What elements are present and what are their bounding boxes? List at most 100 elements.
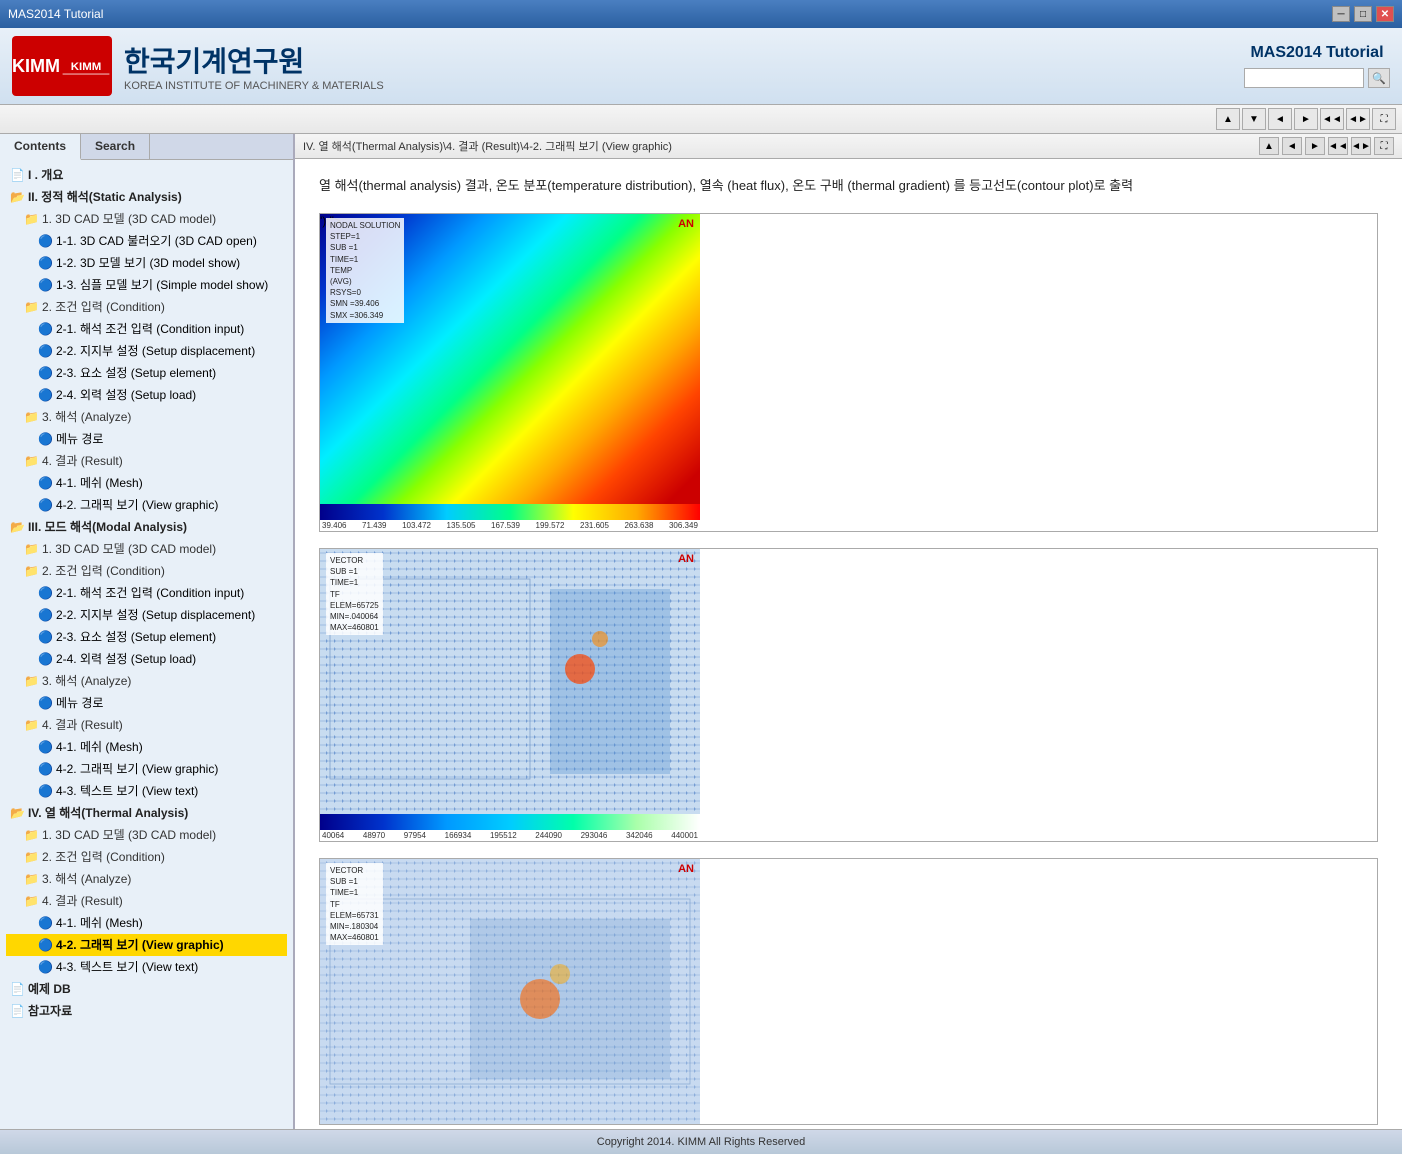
tree-item-i8[interactable]: 🔵2-1. 해석 조건 입력 (Condition input) — [6, 318, 287, 340]
tab-contents[interactable]: Contents — [0, 134, 81, 160]
image-3-container: VECTORSUB =1TIME=1TFELEM=65731MIN=.18030… — [319, 858, 1378, 1125]
tree-item-i12[interactable]: 📁3. 해석 (Analyze) — [6, 406, 287, 428]
folder-icon: 📄 — [10, 982, 25, 996]
tree-item-i15[interactable]: 🔵4-1. 메쉬 (Mesh) — [6, 472, 287, 494]
folder-icon: 📂 — [10, 520, 25, 534]
tree-item-i16[interactable]: 🔵4-2. 그래픽 보기 (View graphic) — [6, 494, 287, 516]
nav-fullscreen-button[interactable]: ⛶ — [1374, 137, 1394, 155]
prev-button[interactable]: ◄◄ — [1320, 108, 1344, 130]
tree-item-label: 4-3. 텍스트 보기 (View text) — [56, 784, 198, 798]
tree-item-i5[interactable]: 🔵1-2. 3D 모델 보기 (3D model show) — [6, 252, 287, 274]
tree-item-label: 4-2. 그래픽 보기 (View graphic) — [56, 762, 218, 776]
tree-item-label: 4. 결과 (Result) — [42, 454, 123, 468]
nav-back-button[interactable]: ◄ — [1282, 137, 1302, 155]
scale-labels-1: 39.40671.439103.472135.505167.539199.572… — [320, 520, 700, 531]
folder-icon: 📂 — [10, 806, 25, 820]
folder-icon: 📁 — [24, 410, 39, 424]
tree-item-i19[interactable]: 📁2. 조건 입력 (Condition) — [6, 560, 287, 582]
tree-item-label: 2-1. 해석 조건 입력 (Condition input) — [56, 586, 244, 600]
tree-item-label: 1. 3D CAD 모델 (3D CAD model) — [42, 828, 216, 842]
tree-item-i30[interactable]: 📂IV. 열 해석(Thermal Analysis) — [6, 802, 287, 824]
leaf-icon: 🔵 — [38, 608, 53, 622]
tree-item-i35[interactable]: 🔵4-1. 메쉬 (Mesh) — [6, 912, 287, 934]
nav-next-button[interactable]: ◄► — [1351, 137, 1371, 155]
folder-icon: 📄 — [10, 168, 25, 182]
leaf-icon: 🔵 — [38, 784, 53, 798]
tree-item-i7[interactable]: 📁2. 조건 입력 (Condition) — [6, 296, 287, 318]
tree-item-i34[interactable]: 📁4. 결과 (Result) — [6, 890, 287, 912]
maximize-button[interactable]: □ — [1354, 6, 1372, 22]
tree-item-i20[interactable]: 🔵2-1. 해석 조건 입력 (Condition input) — [6, 582, 287, 604]
tree-item-i26[interactable]: 📁4. 결과 (Result) — [6, 714, 287, 736]
tree-item-label: 1-3. 심플 모델 보기 (Simple model show) — [56, 278, 268, 292]
tree-item-i39[interactable]: 📄참고자료 — [6, 1000, 287, 1022]
tree-item-i21[interactable]: 🔵2-2. 지지부 설정 (Setup displacement) — [6, 604, 287, 626]
leaf-icon: 🔵 — [38, 916, 53, 930]
tree-item-i14[interactable]: 📁4. 결과 (Result) — [6, 450, 287, 472]
tree-item-i29[interactable]: 🔵4-3. 텍스트 보기 (View text) — [6, 780, 287, 802]
scroll-up-button[interactable]: ▲ — [1216, 108, 1240, 130]
next-button[interactable]: ◄► — [1346, 108, 1370, 130]
org-korean-text: 한국기계연구원 — [124, 40, 384, 80]
tree-item-i38[interactable]: 📄예제 DB — [6, 978, 287, 1000]
minimize-button[interactable]: ─ — [1332, 6, 1350, 22]
toolbar: ▲ ▼ ◄ ► ◄◄ ◄► ⛶ — [0, 105, 1402, 134]
folder-icon: 📁 — [24, 542, 39, 556]
tree-item-label: 3. 해석 (Analyze) — [42, 674, 131, 688]
tree-item-i17[interactable]: 📂III. 모드 해석(Modal Analysis) — [6, 516, 287, 538]
fullscreen-button[interactable]: ⛶ — [1372, 108, 1396, 130]
sidebar-tabs: Contents Search — [0, 134, 293, 160]
tree-item-i9[interactable]: 🔵2-2. 지지부 설정 (Setup displacement) — [6, 340, 287, 362]
tree-item-i2[interactable]: 📂II. 정적 해석(Static Analysis) — [6, 186, 287, 208]
tab-search[interactable]: Search — [81, 134, 150, 159]
tree-item-label: II. 정적 해석(Static Analysis) — [28, 190, 182, 204]
tree-item-label: I . 개요 — [28, 168, 63, 182]
tree-item-i13[interactable]: 🔵메뉴 경로 — [6, 428, 287, 450]
tree-item-i24[interactable]: 📁3. 해석 (Analyze) — [6, 670, 287, 692]
tree-item-i23[interactable]: 🔵2-4. 외력 설정 (Setup load) — [6, 648, 287, 670]
tree-item-i37[interactable]: 🔵4-3. 텍스트 보기 (View text) — [6, 956, 287, 978]
folder-icon: 📁 — [24, 564, 39, 578]
tree-item-i36[interactable]: 🔵4-2. 그래픽 보기 (View graphic) — [6, 934, 287, 956]
folder-icon: 📂 — [10, 190, 25, 204]
nav-forward-button[interactable]: ► — [1305, 137, 1325, 155]
tree-item-i28[interactable]: 🔵4-2. 그래픽 보기 (View graphic) — [6, 758, 287, 780]
leaf-icon: 🔵 — [38, 630, 53, 644]
nav-up-button[interactable]: ▲ — [1259, 137, 1279, 155]
nav-prev-button[interactable]: ◄◄ — [1328, 137, 1348, 155]
tree-item-i4[interactable]: 🔵1-1. 3D CAD 불러오기 (3D CAD open) — [6, 230, 287, 252]
image-2-an-label: AN — [678, 553, 694, 565]
tree-item-label: 4. 결과 (Result) — [42, 894, 123, 908]
tree-item-i10[interactable]: 🔵2-3. 요소 설정 (Setup element) — [6, 362, 287, 384]
tree-item-label: 메뉴 경로 — [56, 432, 104, 446]
search-button[interactable]: 🔍 — [1368, 68, 1390, 88]
image-1-container: ');"> NODAL SOLUTIONSTEP=1SUB =1TIME=1TE… — [319, 213, 1378, 532]
tree-item-label: 1. 3D CAD 모델 (3D CAD model) — [42, 542, 216, 556]
content-scroll[interactable]: 열 해석(thermal analysis) 결과, 온도 분포(tempera… — [295, 159, 1402, 1129]
tree-item-i33[interactable]: 📁3. 해석 (Analyze) — [6, 868, 287, 890]
tree-item-i11[interactable]: 🔵2-4. 외력 설정 (Setup load) — [6, 384, 287, 406]
svg-text:KIMM: KIMM — [71, 61, 102, 73]
tree-item-i25[interactable]: 🔵메뉴 경로 — [6, 692, 287, 714]
close-button[interactable]: ✕ — [1376, 6, 1394, 22]
leaf-icon: 🔵 — [38, 938, 53, 952]
scale-labels-2: 4006448970979541669341955122440902930463… — [320, 830, 700, 841]
tree-item-label: 2-2. 지지부 설정 (Setup displacement) — [56, 344, 255, 358]
tree-item-i27[interactable]: 🔵4-1. 메쉬 (Mesh) — [6, 736, 287, 758]
logo-area: KIMM 한국기계연구원 KOREA INSTITUTE OF MACHINER… — [12, 36, 384, 96]
tree-item-i3[interactable]: 📁1. 3D CAD 모델 (3D CAD model) — [6, 208, 287, 230]
tree-item-i6[interactable]: 🔵1-3. 심플 모델 보기 (Simple model show) — [6, 274, 287, 296]
image-3-an-label: AN — [678, 863, 694, 875]
scroll-down-button[interactable]: ▼ — [1242, 108, 1266, 130]
search-input[interactable] — [1244, 68, 1364, 88]
back-button[interactable]: ◄ — [1268, 108, 1292, 130]
tree-item-i31[interactable]: 📁1. 3D CAD 모델 (3D CAD model) — [6, 824, 287, 846]
tree-item-i32[interactable]: 📁2. 조건 입력 (Condition) — [6, 846, 287, 868]
tree-item-i1[interactable]: 📄I . 개요 — [6, 164, 287, 186]
main-area: Contents Search 📄I . 개요📂II. 정적 해석(Static… — [0, 134, 1402, 1129]
tree-item-i22[interactable]: 🔵2-3. 요소 설정 (Setup element) — [6, 626, 287, 648]
leaf-icon: 🔵 — [38, 960, 53, 974]
image-1-label: NODAL SOLUTIONSTEP=1SUB =1TIME=1TEMP(AVG… — [326, 218, 404, 323]
forward-button[interactable]: ► — [1294, 108, 1318, 130]
tree-item-i18[interactable]: 📁1. 3D CAD 모델 (3D CAD model) — [6, 538, 287, 560]
